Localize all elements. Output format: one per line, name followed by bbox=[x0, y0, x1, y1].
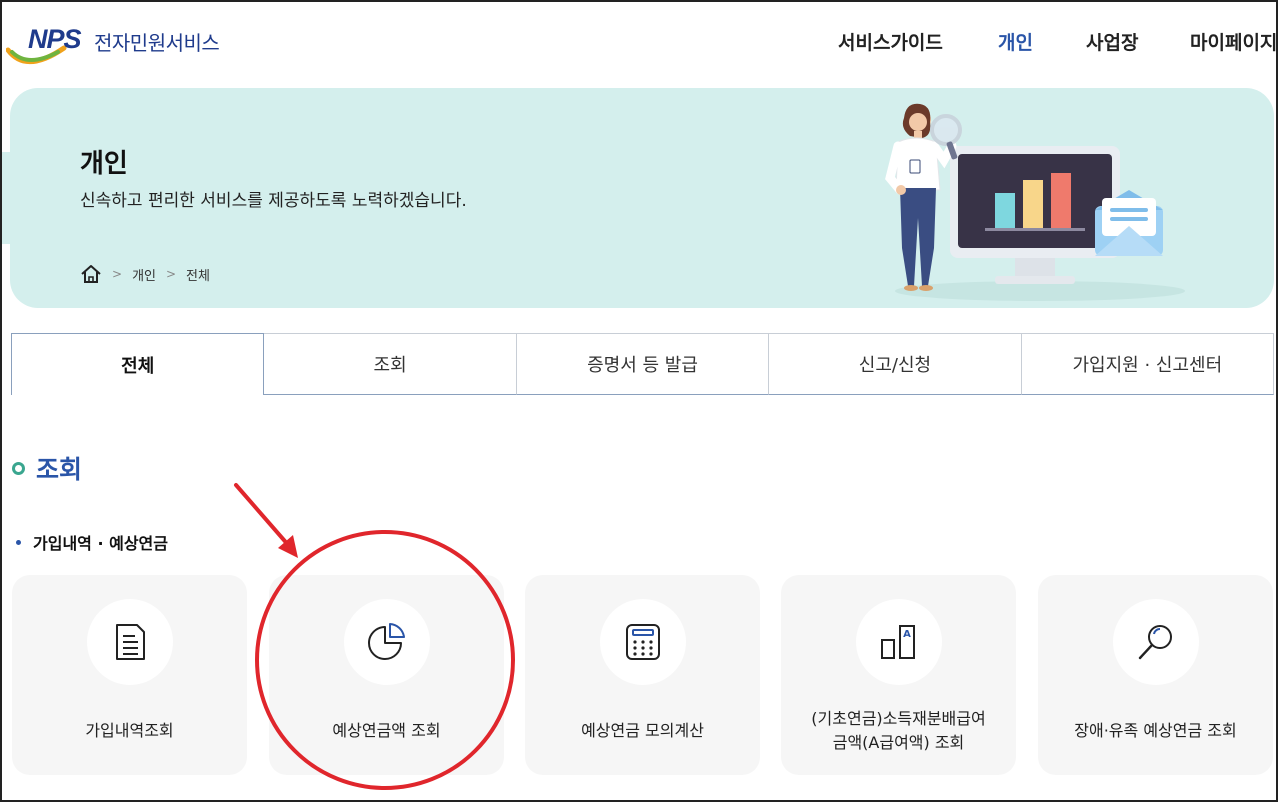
chevron-right-icon: > bbox=[165, 267, 177, 281]
card-disability-survivor-pension[interactable]: 장애·유족 예상연금 조회 bbox=[1038, 575, 1273, 775]
breadcrumb: > 개인 > 전체 bbox=[80, 263, 210, 285]
building-a-icon: A bbox=[881, 625, 915, 659]
section-title: 조회 bbox=[36, 455, 83, 484]
banner-illustration bbox=[885, 103, 1185, 301]
section-heading: 조회 bbox=[12, 450, 82, 486]
breadcrumb-item[interactable]: 개인 bbox=[132, 265, 156, 284]
page-description: 신속하고 편리한 서비스를 제공하도록 노력하겠습니다. bbox=[80, 191, 467, 211]
subsection-title: 가입내역 · 예상연금 bbox=[33, 534, 168, 553]
category-tabs: 전체 조회 증명서 등 발급 신고/신청 가입지원 · 신고센터 bbox=[11, 333, 1275, 395]
tab-certificate[interactable]: 증명서 등 발급 bbox=[516, 334, 770, 395]
document-icon bbox=[116, 624, 145, 660]
pie-chart-icon bbox=[368, 623, 405, 660]
circle-bullet-icon bbox=[12, 461, 25, 475]
page-banner: 개인 신속하고 편리한 서비스를 제공하도록 노력하겠습니다. > 개인 > 전… bbox=[10, 88, 1274, 308]
site-header: NPS 전자민원서비스 서비스가이드 개인 사업장 마이페이지 bbox=[0, 0, 1278, 80]
annotation-arrow-line bbox=[234, 483, 292, 549]
card-label: 예상연금액 조회 bbox=[332, 721, 441, 740]
card-label: 장애·유족 예상연금 조회 bbox=[1074, 721, 1237, 740]
calculator-icon bbox=[626, 624, 660, 660]
svg-text:A: A bbox=[903, 629, 911, 640]
card-label: 가입내역조회 bbox=[85, 721, 174, 740]
tab-support-center[interactable]: 가입지원 · 신고센터 bbox=[1021, 334, 1275, 395]
service-card-list: 가입내역조회 예상연금액 조회 예상연금 모의계산 A (기초연금)소득재분배급… bbox=[12, 575, 1276, 775]
subsection-heading: 가입내역 · 예상연금 bbox=[16, 530, 168, 554]
tab-all[interactable]: 전체 bbox=[11, 333, 265, 395]
nav-item-personal[interactable]: 개인 bbox=[998, 28, 1033, 55]
main-nav: 서비스가이드 개인 사업장 마이페이지 bbox=[0, 28, 1278, 58]
nav-item-mypage[interactable]: 마이페이지 bbox=[1190, 28, 1277, 55]
nav-item-workplace[interactable]: 사업장 bbox=[1086, 28, 1138, 55]
breadcrumb-item: 전체 bbox=[186, 268, 210, 284]
page-title: 개인 bbox=[80, 149, 128, 179]
nav-item-service-guide[interactable]: 서비스가이드 bbox=[838, 28, 943, 55]
card-enrollment-history[interactable]: 가입내역조회 bbox=[12, 575, 247, 775]
tab-inquiry[interactable]: 조회 bbox=[264, 334, 517, 395]
tab-report-apply[interactable]: 신고/신청 bbox=[769, 334, 1022, 395]
chevron-right-icon: > bbox=[112, 267, 123, 281]
dot-bullet-icon bbox=[16, 539, 21, 545]
arrow-head-icon bbox=[278, 535, 298, 558]
card-expected-pension[interactable]: 예상연금액 조회 bbox=[269, 575, 504, 775]
magnifier-icon bbox=[1138, 625, 1172, 660]
card-income-redistribution[interactable]: A (기초연금)소득재분배급여 금액(A급여액) 조회 bbox=[781, 575, 1016, 775]
card-label: 예상연금 모의계산 bbox=[581, 721, 704, 740]
banner-side-tab bbox=[0, 152, 10, 244]
card-pension-simulation[interactable]: 예상연금 모의계산 bbox=[525, 575, 760, 775]
card-label: (기초연금)소득재분배급여 금액(A급여액) 조회 bbox=[811, 709, 986, 752]
home-icon[interactable] bbox=[80, 264, 102, 284]
